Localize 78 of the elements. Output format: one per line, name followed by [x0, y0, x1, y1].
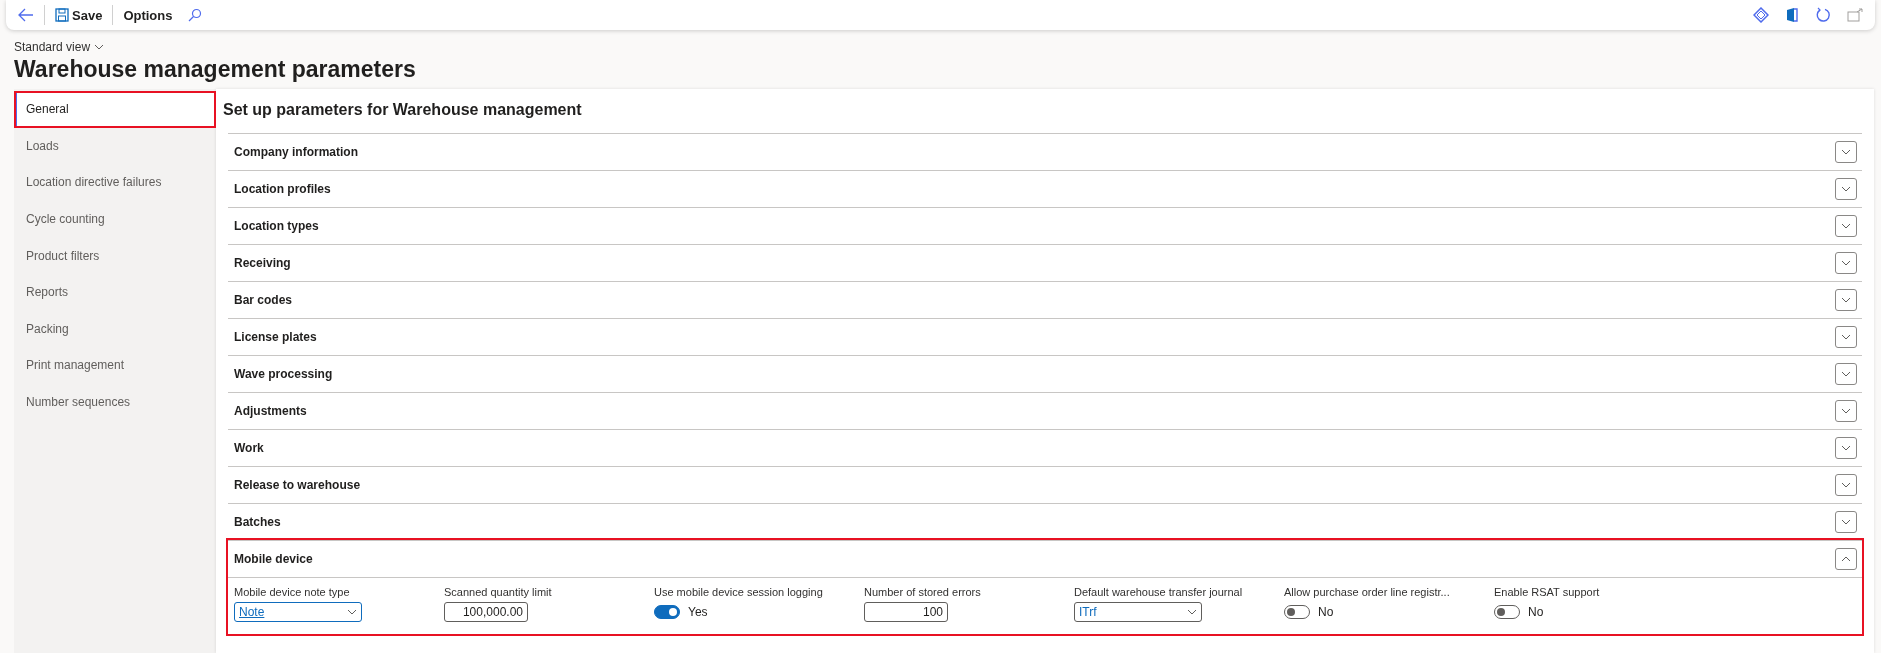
sidebar-tab[interactable]: Number sequences — [14, 383, 216, 421]
chevron-up-icon — [1841, 556, 1851, 562]
save-button[interactable]: Save — [49, 3, 109, 27]
chevron-down-icon — [1841, 482, 1851, 488]
expand-toggle-button[interactable] — [1835, 474, 1857, 496]
field-label: Allow purchase order line registr... — [1284, 586, 1451, 598]
sidebar-tab[interactable]: Cycle counting — [14, 200, 216, 238]
section-title: License plates — [234, 330, 317, 344]
section-title: Company information — [234, 145, 358, 159]
options-button[interactable]: Options — [117, 3, 179, 27]
field-label: Default warehouse transfer journal — [1074, 586, 1244, 598]
section-title: Bar codes — [234, 293, 293, 307]
page-title: Warehouse management parameters — [14, 56, 417, 83]
field-label: Scanned quantity limit — [444, 586, 553, 598]
expand-toggle-button[interactable] — [1835, 400, 1857, 422]
refresh-icon — [1815, 7, 1831, 23]
office-icon — [1785, 7, 1799, 23]
chevron-down-icon — [1841, 223, 1851, 229]
panel-heading: Set up parameters for Warehouse management — [223, 101, 583, 119]
expand-toggle-button[interactable] — [1835, 363, 1857, 385]
sidebar-tab[interactable]: Location directive failures — [14, 164, 216, 201]
chevron-down-icon — [94, 44, 105, 50]
expand-toggle-button[interactable] — [1835, 326, 1857, 348]
toggle-switch[interactable] — [1284, 605, 1310, 619]
chevron-down-icon — [1841, 445, 1851, 451]
chevron-down-icon — [1841, 149, 1851, 155]
diamond-icon — [1753, 7, 1769, 23]
number-input-field[interactable]: 100 — [864, 602, 948, 622]
section-title: Batches — [234, 515, 281, 529]
dropdown-field[interactable]: ITrf — [1074, 602, 1202, 622]
section-title: Receiving — [234, 256, 291, 270]
dropdown-value: Note — [239, 605, 265, 619]
section-title: Location types — [234, 219, 319, 233]
section-title: Work — [234, 441, 264, 455]
section-title: Release to warehouse — [234, 478, 361, 492]
chevron-down-icon — [1841, 186, 1851, 192]
chevron-down-icon — [1841, 408, 1851, 414]
back-arrow-icon — [18, 8, 34, 22]
sidebar-tab[interactable]: Product filters — [14, 237, 216, 274]
toggle-value: No — [1318, 605, 1334, 619]
expand-toggle-button[interactable] — [1835, 289, 1857, 311]
expand-toggle-button[interactable] — [1835, 437, 1857, 459]
toggle-value: No — [1528, 605, 1544, 619]
toggle-switch[interactable] — [654, 605, 680, 619]
view-selector[interactable]: Standard view — [14, 40, 105, 54]
expand-toggle-button[interactable] — [1835, 178, 1857, 200]
dropdown-field[interactable]: Note — [234, 602, 362, 622]
section-title: Mobile device — [234, 552, 313, 566]
dropdown-value: ITrf — [1079, 605, 1097, 619]
section-title: Location profiles — [234, 182, 331, 196]
toggle-value: Yes — [688, 605, 708, 619]
sidebar-tab[interactable]: Print management — [14, 347, 216, 384]
field-label: Enable RSAT support — [1494, 586, 1601, 598]
sidebar-tab[interactable]: General — [14, 91, 216, 128]
chevron-down-icon — [1187, 609, 1197, 615]
sidebar-tab[interactable]: Loads — [14, 127, 216, 165]
field-label: Mobile device note type — [234, 586, 351, 598]
expand-toggle-button[interactable] — [1835, 511, 1857, 533]
save-icon — [55, 8, 69, 22]
expand-toggle-button[interactable] — [1835, 548, 1857, 570]
search-icon — [188, 8, 203, 22]
field-label: Number of stored errors — [864, 586, 982, 598]
section-title: Adjustments — [234, 404, 307, 418]
chevron-down-icon — [1841, 519, 1851, 525]
chevron-down-icon — [347, 609, 357, 615]
number-input-field[interactable]: 100,000.00 — [444, 602, 528, 622]
expand-toggle-button[interactable] — [1835, 141, 1857, 163]
field-label: Use mobile device session logging — [654, 586, 824, 598]
chevron-down-icon — [1841, 371, 1851, 377]
chevron-down-icon — [1841, 334, 1851, 340]
sidebar-tab[interactable]: Packing — [14, 310, 216, 348]
expand-toggle-button[interactable] — [1835, 252, 1857, 274]
expand-toggle-button[interactable] — [1835, 215, 1857, 237]
chevron-down-icon — [1841, 260, 1851, 266]
chevron-down-icon — [1841, 297, 1851, 303]
section-title: Wave processing — [234, 367, 333, 381]
sidebar-tab[interactable]: Reports — [14, 273, 216, 311]
toggle-switch[interactable] — [1494, 605, 1520, 619]
